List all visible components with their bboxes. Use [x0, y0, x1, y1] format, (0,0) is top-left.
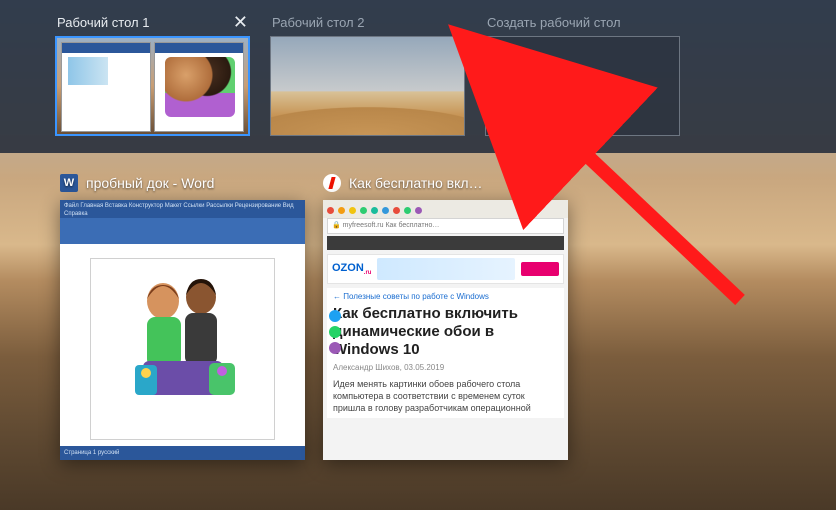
- word-document-page: [90, 258, 275, 440]
- desktop-1-thumbnail[interactable]: [55, 36, 250, 136]
- ozon-ad-banner: OZON.ru: [327, 254, 564, 284]
- new-desktop-button[interactable]: ＋: [485, 36, 680, 136]
- browser-tab-icon: [327, 207, 334, 214]
- plus-icon: ＋: [568, 71, 598, 101]
- ozon-cta-button: [521, 262, 559, 276]
- lock-icon: 🔒: [332, 222, 343, 229]
- browser-tab-icon: [349, 207, 356, 214]
- word-window-title: пробный док - Word: [86, 175, 214, 191]
- browser-url-text: myfreesoft.ru Как бесплатно…: [343, 222, 440, 229]
- yandex-browser-icon: [323, 174, 341, 192]
- browser-tab-icon: [371, 207, 378, 214]
- ozon-banner-graphic: [377, 258, 515, 280]
- browser-tab-icon: [415, 207, 422, 214]
- share-icon: [329, 326, 341, 338]
- browser-tab-icon: [382, 207, 389, 214]
- breadcrumb-link: Полезные советы по работе с Windows: [333, 292, 558, 301]
- browser-address-bar: 🔒 myfreesoft.ru Как бесплатно…: [327, 218, 564, 234]
- article-content: Полезные советы по работе с Windows Как …: [327, 288, 564, 418]
- share-icon: [329, 342, 341, 354]
- kids-image: [113, 265, 253, 405]
- article-paragraph: Идея менять картинки обоев рабочего стол…: [333, 378, 558, 414]
- browser-tab-icon: [338, 207, 345, 214]
- new-desktop-label: Создать рабочий стол: [487, 15, 621, 30]
- close-desktop-1-button[interactable]: ✕: [233, 13, 248, 31]
- word-status-bar: Страница 1 русский: [60, 446, 305, 460]
- word-app-icon: W: [60, 174, 78, 192]
- desktop-2-label: Рабочий стол 2: [272, 15, 364, 30]
- browser-window-tile[interactable]: Как бесплатно вкл… 🔒 myfreesoft.ru Как б…: [323, 170, 568, 460]
- desktop-2-thumbnail[interactable]: [270, 36, 465, 136]
- browser-bookmark-bar: [327, 236, 564, 250]
- mini-browser-window: [61, 42, 151, 132]
- word-window-tile[interactable]: W пробный док - Word Файл Главная Вставк…: [60, 170, 305, 460]
- new-desktop-slot: Создать рабочий стол ＋: [485, 8, 680, 136]
- browser-tab-icon: [404, 207, 411, 214]
- article-heading: Как бесплатно включить динамические обои…: [333, 305, 558, 359]
- desktop-1-slot: Рабочий стол 1 ✕: [55, 8, 250, 136]
- word-ribbon-tabs: Файл Главная Вставка Конструктор Макет С…: [64, 202, 301, 218]
- word-ribbon: Файл Главная Вставка Конструктор Макет С…: [60, 200, 305, 244]
- mini-word-window: [154, 42, 244, 132]
- browser-tab-strip: [323, 200, 568, 218]
- ozon-logo: OZON.ru: [332, 262, 371, 276]
- browser-tab-icon: [360, 207, 367, 214]
- browser-tab-icon: [393, 207, 400, 214]
- virtual-desktops-bar: Рабочий стол 1 ✕ Рабочий стол 2 Создать …: [0, 0, 836, 153]
- browser-window-title: Как бесплатно вкл…: [349, 175, 483, 191]
- browser-window-preview: 🔒 myfreesoft.ru Как бесплатно… OZON.ru П…: [323, 200, 568, 460]
- open-windows-area: W пробный док - Word Файл Главная Вставк…: [0, 170, 836, 510]
- article-meta: Александр Шихов, 03.05.2019: [333, 363, 558, 372]
- desktop-2-slot: Рабочий стол 2: [270, 8, 465, 136]
- share-icon: [329, 310, 341, 322]
- browser-side-panel: [329, 310, 341, 354]
- word-window-preview: Файл Главная Вставка Конструктор Макет С…: [60, 200, 305, 460]
- desktop-1-label: Рабочий стол 1: [57, 15, 149, 30]
